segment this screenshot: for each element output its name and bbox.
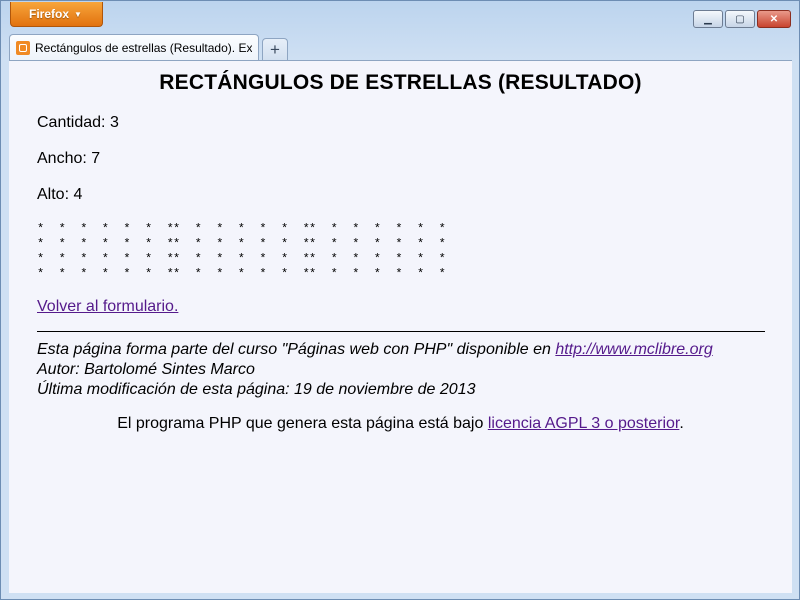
tab-bar: Rectángulos de estrellas (Resultado). Ex…: [9, 32, 288, 60]
divider: [37, 331, 765, 332]
star-row: * * * * * * *: [37, 252, 178, 266]
star-row: * * * * * * *: [173, 222, 314, 236]
footer-author: Autor: Bartolomé Sintes Marco: [37, 361, 255, 378]
footer-course-text: Esta página forma parte del curso "Págin…: [37, 341, 556, 358]
star-row: * * * * * * *: [309, 252, 450, 266]
footer: Esta página forma parte del curso "Págin…: [37, 340, 713, 400]
star-row: * * * * * * *: [309, 237, 450, 251]
star-row: * * * * * * *: [309, 222, 450, 236]
star-row: * * * * * * *: [173, 267, 314, 281]
star-row: * * * * * * *: [37, 237, 178, 251]
close-icon: ✕: [769, 13, 779, 25]
plus-icon: +: [270, 39, 280, 59]
maximize-button[interactable]: ▢: [725, 10, 755, 28]
page-content: RECTÁNGULOS DE ESTRELLAS (RESULTADO) Can…: [9, 60, 792, 593]
back-to-form-link[interactable]: Volver al formulario.: [37, 298, 178, 316]
license-text: El programa PHP que genera esta página e…: [117, 415, 488, 432]
star-row: * * * * * * *: [173, 237, 314, 251]
close-button[interactable]: ✕: [757, 10, 791, 28]
star-rectangle-3: * * * * * * * * * * * * * * * * * * * * …: [309, 222, 449, 282]
star-row: * * * * * * *: [173, 252, 314, 266]
star-row: * * * * * * *: [37, 267, 178, 281]
footer-modified: Última modificación de esta página: 19 d…: [37, 381, 476, 398]
tab-title: Rectángulos de estrellas (Resultado). Ex…: [35, 40, 252, 55]
browser-window: Firefox ▼ ▁ ▢ ✕ Rectángulos de estrellas…: [0, 0, 800, 600]
firefox-menu-label: Firefox: [29, 7, 70, 21]
maximize-icon: ▢: [735, 13, 745, 25]
star-row: * * * * * * *: [309, 267, 450, 281]
footer-course-line: Esta página forma parte del curso "Págin…: [37, 340, 713, 360]
star-rectangle-1: * * * * * * * * * * * * * * * * * * * * …: [37, 222, 177, 282]
ancho-text: Ancho: 7: [37, 150, 101, 167]
window-controls: ▁ ▢ ✕: [693, 10, 791, 28]
minimize-icon: ▁: [704, 13, 712, 25]
license-suffix: .: [679, 415, 684, 432]
page-title: RECTÁNGULOS DE ESTRELLAS (RESULTADO): [159, 71, 642, 94]
minimize-button[interactable]: ▁: [693, 10, 723, 28]
license-line: El programa PHP que genera esta página e…: [9, 415, 792, 433]
cantidad-text: Cantidad: 3: [37, 114, 119, 131]
firefox-menu-button[interactable]: Firefox ▼: [10, 2, 103, 27]
favicon-icon: [16, 40, 30, 55]
license-link[interactable]: licencia AGPL 3 o posterior: [488, 415, 680, 432]
mclibre-link[interactable]: http://www.mclibre.org: [555, 341, 712, 358]
tab-active[interactable]: Rectángulos de estrellas (Resultado). Ex…: [9, 34, 259, 60]
new-tab-button[interactable]: +: [262, 38, 288, 60]
alto-text: Alto: 4: [37, 186, 83, 203]
star-rectangle-2: * * * * * * * * * * * * * * * * * * * * …: [173, 222, 313, 282]
star-row: * * * * * * *: [37, 222, 178, 236]
chevron-down-icon: ▼: [74, 9, 82, 19]
